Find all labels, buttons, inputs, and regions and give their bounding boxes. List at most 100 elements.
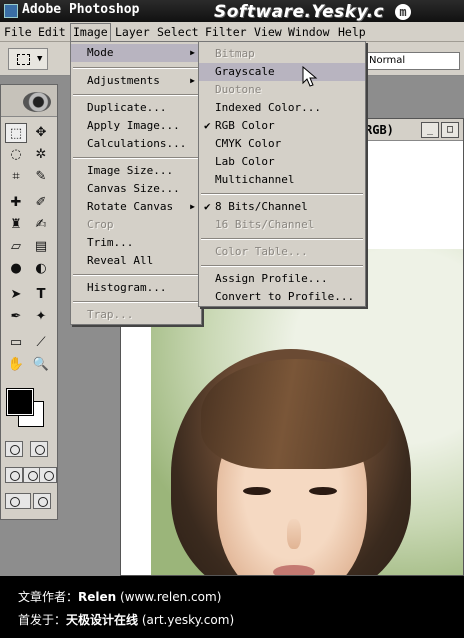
lasso-tool-icon[interactable]: ◌ (5, 145, 27, 165)
watermark-text: Software.Yesky.c (214, 2, 385, 22)
photoshop-app-icon (4, 4, 18, 18)
path-selection-tool-icon[interactable]: ➤ (5, 285, 27, 305)
submenu-item-bitmap: Bitmap (215, 47, 255, 60)
eraser-tool-icon[interactable]: ▱ (5, 237, 27, 257)
menu-item-image-size[interactable]: Image Size... (71, 162, 173, 180)
watermark-circle-letter: m (395, 4, 411, 20)
toolbox-header (1, 85, 57, 117)
quick-mask-mode-icon[interactable] (30, 441, 48, 457)
crop-tool-icon[interactable]: ⌗ (5, 167, 27, 187)
author-line: 文章作者：Relen (www.relen.com) (18, 588, 221, 605)
menu-file[interactable]: File (2, 24, 34, 40)
menu-item-label: Mode (87, 46, 114, 59)
brush-tool-icon[interactable]: ✐ (30, 193, 52, 213)
credits-footer: 文章作者：Relen (www.relen.com) 首发于：天极设计在线 (a… (0, 576, 464, 638)
chevron-right-icon: ▶ (190, 48, 195, 57)
menu-separator (73, 94, 199, 96)
maximize-button[interactable]: □ (441, 122, 459, 138)
history-brush-tool-icon[interactable]: ✍ (30, 215, 52, 235)
minimize-button[interactable]: _ (421, 122, 439, 138)
publisher-name: 天极设计在线 (66, 613, 139, 627)
menu-item-reveal-all[interactable]: Reveal All (71, 252, 153, 270)
photo-eye-left (243, 487, 271, 495)
submenu-item-color-table: Color Table... (215, 245, 308, 258)
adobe-eye-icon[interactable] (23, 92, 51, 112)
image-menu-dropdown: Mode ▶ Adjustments ▶ Duplicate... Apply Im… (70, 41, 202, 325)
chevron-down-icon: ▼ (37, 54, 43, 64)
menu-select[interactable]: Select (155, 24, 201, 40)
hand-tool-icon[interactable]: ✋ (5, 355, 27, 375)
submenu-item-assign-profile[interactable]: Assign Profile... (199, 270, 328, 288)
magic-wand-tool-icon[interactable]: ✲ (30, 145, 52, 165)
zoom-tool-icon[interactable]: 🔍 (30, 355, 52, 375)
menu-view[interactable]: View (252, 24, 284, 40)
submenu-item-cmyk-color[interactable]: CMYK Color (199, 135, 281, 153)
tool-preset-picker[interactable]: ▼ (8, 48, 48, 70)
submenu-item-indexed-color[interactable]: Indexed Color... (199, 99, 321, 117)
submenu-item-convert-to-profile[interactable]: Convert to Profile... (199, 288, 354, 306)
menu-item-apply-image[interactable]: Apply Image... (71, 117, 180, 135)
submenu-item-rgb-color[interactable]: ✔ RGB Color (199, 117, 365, 135)
menu-layer[interactable]: Layer (113, 24, 152, 40)
menu-item-canvas-size[interactable]: Canvas Size... (71, 180, 180, 198)
menu-filter[interactable]: Filter (203, 24, 249, 40)
menu-item-label: Rotate Canvas (87, 200, 174, 213)
healing-brush-tool-icon[interactable]: ✚ (5, 193, 27, 213)
publisher-line: 首发于：天极设计在线 (art.yesky.com) (18, 611, 234, 628)
menu-item-calculations[interactable]: Calculations... (71, 135, 186, 153)
menu-bar: File Edit Image Layer Select Filter View… (0, 22, 464, 42)
marquee-icon (17, 54, 30, 65)
menu-image[interactable]: Image (70, 23, 111, 42)
submenu-item-grayscale[interactable]: Grayscale (199, 63, 365, 81)
chevron-right-icon: ▶ (190, 202, 195, 211)
menu-item-duplicate[interactable]: Duplicate... (71, 99, 166, 117)
menu-separator (201, 193, 363, 195)
screen-mode-icon[interactable] (5, 467, 23, 483)
menu-edit[interactable]: Edit (36, 24, 68, 40)
pen-tool-icon[interactable]: ✒ (5, 307, 27, 327)
menu-item-label: Adjustments (87, 74, 160, 87)
menu-item-trim[interactable]: Trim... (71, 234, 133, 252)
submenu-item-label: RGB Color (215, 119, 275, 132)
author-site: (www.relen.com) (120, 590, 222, 604)
menu-item-mode[interactable]: Mode ▶ (71, 44, 201, 62)
jump-to-imageready-icon[interactable] (5, 493, 31, 509)
notes-tool-icon[interactable]: ▭ (5, 333, 27, 353)
submenu-item-label: 8 Bits/Channel (215, 200, 308, 213)
menu-separator (201, 238, 363, 240)
menu-separator (73, 274, 199, 276)
menu-item-crop: Crop (87, 218, 114, 231)
standard-mode-icon[interactable] (5, 441, 23, 457)
full-screen-mode-icon[interactable] (39, 467, 57, 483)
mode-submenu: Bitmap Grayscale Duotone Indexed Color..… (198, 41, 366, 307)
menu-separator (73, 157, 199, 159)
menu-window[interactable]: Window (286, 24, 332, 40)
eyedropper-tool-icon[interactable]: ⟋ (30, 333, 52, 353)
menu-item-histogram[interactable]: Histogram... (71, 279, 166, 297)
move-tool-icon[interactable]: ✥ (30, 123, 52, 143)
slice-tool-icon[interactable]: ✎ (30, 167, 52, 187)
menu-item-adjustments[interactable]: Adjustments ▶ (71, 72, 201, 90)
marquee-tool-icon[interactable]: ⬚ (5, 123, 27, 143)
type-tool-icon[interactable]: T (30, 285, 52, 305)
publisher-label: 首发于： (18, 613, 67, 627)
author-label: 文章作者： (18, 590, 79, 604)
menu-item-trap: Trap... (87, 308, 134, 321)
dodge-tool-icon[interactable]: ◐ (30, 259, 52, 279)
clone-stamp-tool-icon[interactable]: ♜ (5, 215, 27, 235)
chevron-right-icon: ▶ (190, 76, 195, 85)
submenu-item-multichannel[interactable]: Multichannel (199, 171, 294, 189)
foreground-color-swatch[interactable] (6, 388, 34, 416)
style-select[interactable]: Normal (364, 52, 460, 70)
menu-separator (73, 67, 199, 69)
submenu-item-lab-color[interactable]: Lab Color (199, 153, 275, 171)
jump-to-imageready-icon-2[interactable] (33, 493, 51, 509)
shape-tool-icon[interactable]: ✦ (30, 307, 52, 327)
menu-item-rotate-canvas[interactable]: Rotate Canvas ▶ (71, 198, 201, 216)
submenu-item-8-bits[interactable]: ✔ 8 Bits/Channel (199, 198, 365, 216)
author-name: Relen (78, 590, 117, 604)
menu-separator (201, 265, 363, 267)
menu-help[interactable]: Help (336, 24, 368, 40)
gradient-tool-icon[interactable]: ▤ (30, 237, 52, 257)
blur-tool-icon[interactable]: ● (5, 259, 27, 279)
